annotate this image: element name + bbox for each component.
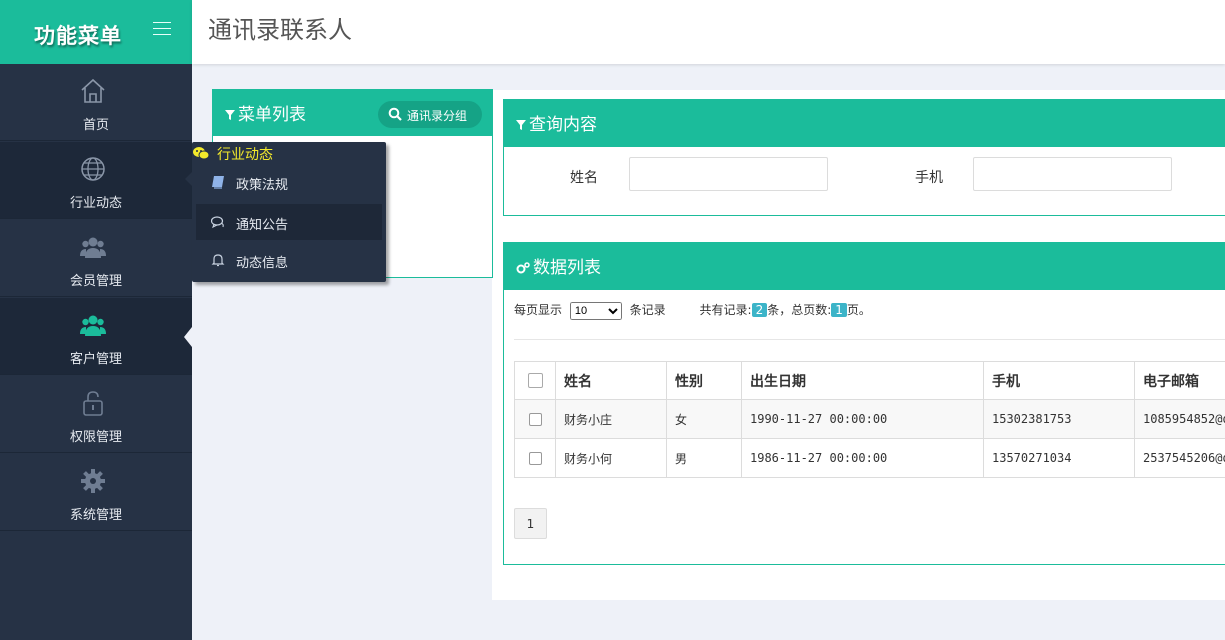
sidebar-item-label: 客户管理 — [69, 352, 122, 367]
per-page-prefix: 每页显示 — [514, 303, 563, 317]
data-list-panel: 数据列表 每页显示 10 条记录 共有记录: 2 条，总页数: 1 页。 姓名 性别 出… — [503, 242, 1225, 565]
row-select-cell — [514, 438, 556, 478]
flyout-item-policy[interactable]: 政策法规 — [196, 164, 382, 200]
table-row[interactable]: 财务小何 男 1986-11-27 00:00:00 13570271034 2… — [514, 438, 1225, 478]
column-header[interactable]: 出生日期 — [741, 361, 984, 400]
industry-flyout-menu: 行业动态 政策法规 通知公告 动态信息 — [192, 142, 386, 282]
gender-cell: 男 — [666, 438, 742, 478]
sidebar-item-home[interactable]: 首页 — [0, 64, 192, 141]
column-header[interactable]: 手机 — [983, 361, 1135, 400]
logo-bar: 功能菜单 — [0, 0, 192, 64]
page-title: 通讯录联系人 — [208, 16, 352, 44]
gear-icon — [81, 469, 105, 493]
divider — [514, 339, 1225, 340]
column-header[interactable]: 性别 — [666, 361, 742, 400]
pager-info: 每页显示 10 条记录 共有记录: 2 条，总页数: 1 页。 — [514, 301, 871, 320]
filter-icon — [225, 110, 235, 120]
column-header[interactable]: 电子邮箱 — [1134, 361, 1225, 400]
users-icon — [80, 315, 106, 336]
panel-title-text: 查询内容 — [529, 115, 597, 135]
email-cell: 1085954852@q — [1134, 399, 1225, 439]
column-header[interactable]: 姓名 — [555, 361, 667, 400]
select-all-checkbox[interactable] — [527, 373, 543, 388]
panel-header: 查询内容 — [504, 100, 1225, 147]
sidebar-item-label: 权限管理 — [69, 430, 122, 445]
panel-header: 菜单列表 通讯录分组 — [213, 90, 492, 136]
phone-input[interactable] — [973, 157, 1172, 191]
panel-title: 查询内容 — [516, 110, 597, 135]
panel-title-text: 数据列表 — [533, 258, 601, 278]
name-input[interactable] — [629, 157, 828, 191]
sidebar-item-system[interactable]: 系统管理 — [0, 454, 192, 531]
total-pages-badge: 1 — [831, 303, 847, 317]
panel-title: 数据列表 — [516, 253, 601, 278]
gender-cell: 女 — [666, 399, 742, 439]
flyout-item-label: 通知公告 — [236, 218, 289, 233]
chat-icon — [211, 216, 224, 229]
table-row[interactable]: 财务小庄 女 1990-11-27 00:00:00 15302381753 1… — [514, 399, 1225, 439]
flyout-item-label: 动态信息 — [236, 256, 289, 271]
sidebar-item-permissions[interactable]: 权限管理 — [0, 376, 192, 453]
filter-icon — [516, 120, 526, 130]
logo: 功能菜单 — [34, 24, 122, 48]
sidebar-item-industry[interactable]: 行业动态 — [0, 142, 192, 219]
per-page-select[interactable]: 10 — [569, 301, 622, 320]
birthdate-cell: 1986-11-27 00:00:00 — [741, 438, 984, 478]
per-page-suffix: 条记录 — [629, 303, 666, 317]
email-cell: 2537545206@q — [1134, 438, 1225, 478]
active-indicator — [184, 327, 192, 347]
contact-group-button-label: 通讯录分组 — [407, 109, 468, 123]
birthdate-cell: 1990-11-27 00:00:00 — [741, 399, 984, 439]
contacts-table: 姓名 性别 出生日期 手机 电子邮箱 财务小庄 女 1990-11-27 00:… — [514, 361, 1225, 478]
phone-cell: 13570271034 — [983, 438, 1135, 478]
panel-title: 菜单列表 — [225, 100, 306, 125]
sidebar-item-label: 行业动态 — [69, 196, 122, 211]
bell-icon — [211, 254, 225, 267]
lock-icon — [83, 391, 103, 416]
panel-header: 数据列表 — [504, 243, 1225, 290]
book-icon — [212, 176, 224, 189]
name-cell: 财务小庄 — [555, 399, 667, 439]
header: 通讯录联系人 — [192, 0, 1225, 64]
row-select-cell — [514, 399, 556, 439]
sidebar-item-members[interactable]: 会员管理 — [0, 220, 192, 297]
flyout-header: 行业动态 — [192, 142, 386, 164]
search-icon — [388, 107, 402, 121]
contact-group-button[interactable]: 通讯录分组 — [378, 101, 482, 128]
menu-toggle-icon[interactable] — [153, 22, 171, 36]
name-label: 姓名 — [570, 170, 598, 186]
sidebar-item-label: 首页 — [82, 118, 109, 133]
wechat-icon — [193, 147, 209, 160]
sidebar-item-label: 会员管理 — [69, 274, 122, 289]
table-header-row: 姓名 性别 出生日期 手机 电子邮箱 — [514, 361, 1225, 400]
globe-icon — [81, 157, 105, 181]
sidebar-item-customers[interactable]: 客户管理 — [0, 298, 192, 375]
sidebar: 功能菜单 首页 行业动态 会员管理 客户管理 权限管理 系统管理 — [0, 0, 192, 640]
panel-title-text: 菜单列表 — [238, 105, 306, 125]
row-checkbox[interactable] — [528, 413, 542, 426]
cogs-icon — [516, 262, 530, 274]
users-icon — [80, 237, 106, 258]
total-count-badge: 2 — [751, 303, 768, 317]
page-button[interactable]: 1 — [514, 508, 547, 539]
flyout-item-label: 政策法规 — [236, 178, 289, 193]
total-prefix: 共有记录: — [699, 303, 752, 317]
flyout-item-notice[interactable]: 通知公告 — [196, 204, 382, 240]
total-mid: 条，总页数: — [767, 303, 832, 317]
phone-label: 手机 — [915, 170, 943, 186]
row-checkbox[interactable] — [528, 452, 542, 465]
phone-cell: 15302381753 — [983, 399, 1135, 439]
query-panel: 查询内容 姓名 手机 — [503, 99, 1225, 216]
select-all-cell — [514, 361, 556, 400]
total-suffix: 页。 — [846, 303, 871, 317]
home-icon — [81, 78, 105, 103]
name-cell: 财务小何 — [555, 438, 667, 478]
sidebar-item-label: 系统管理 — [69, 508, 122, 523]
flyout-item-news[interactable]: 动态信息 — [196, 242, 382, 278]
flyout-title: 行业动态 — [217, 147, 273, 163]
